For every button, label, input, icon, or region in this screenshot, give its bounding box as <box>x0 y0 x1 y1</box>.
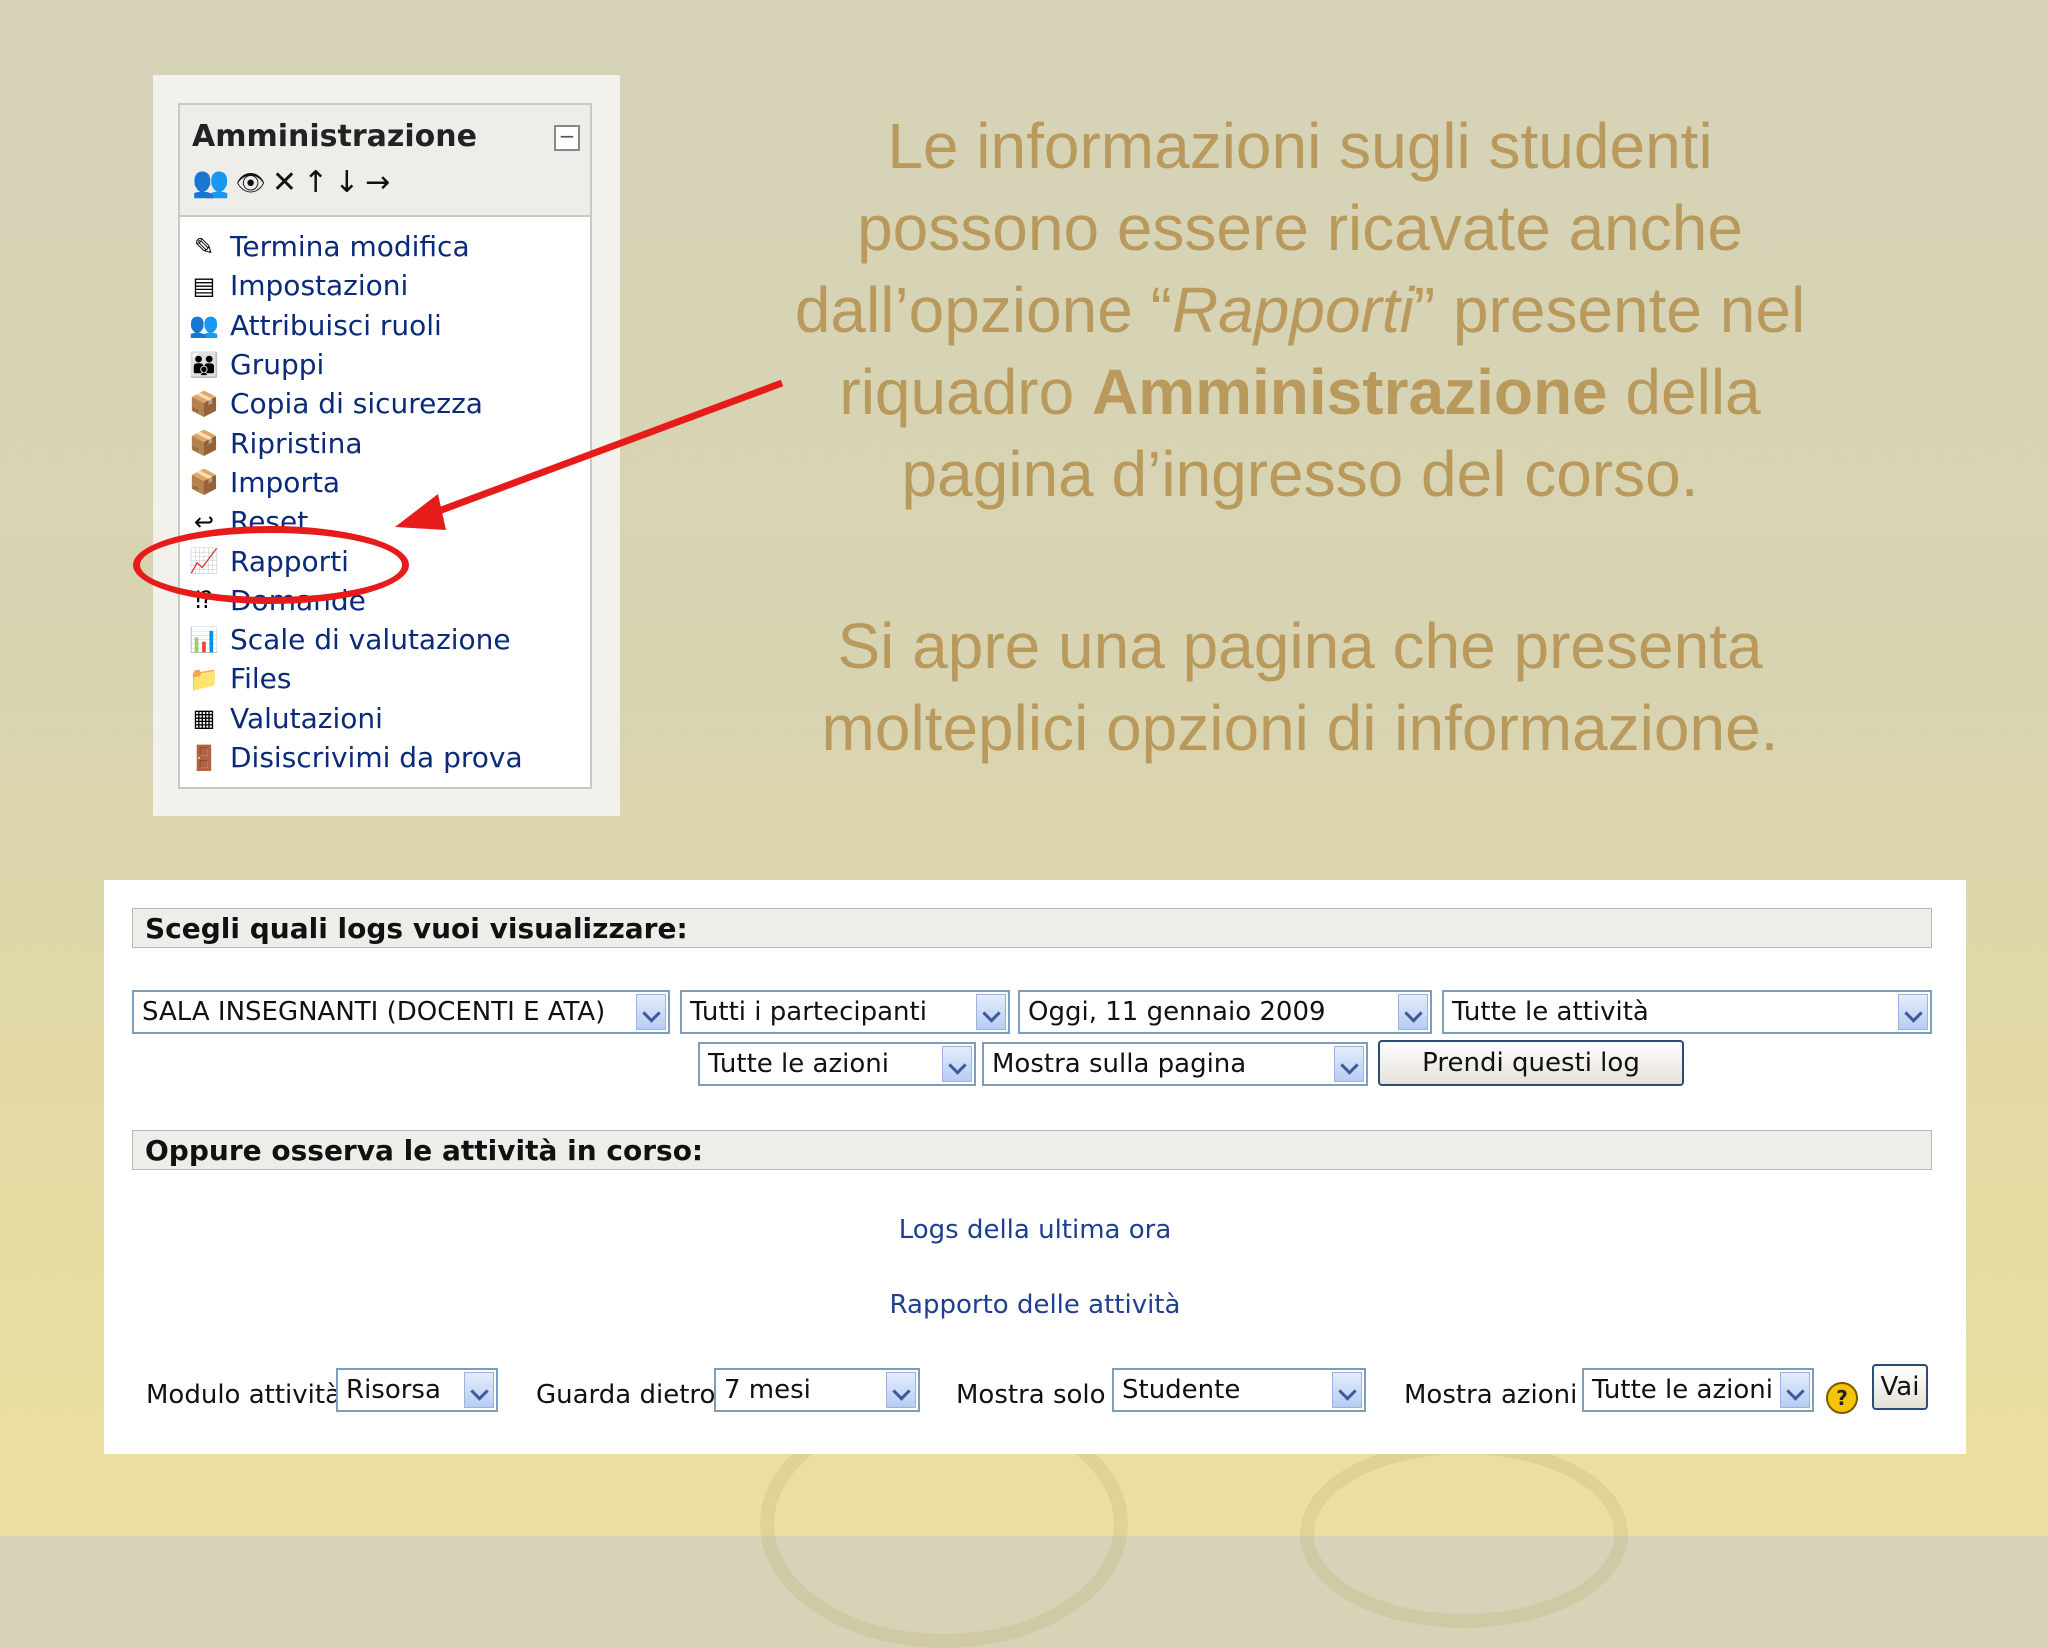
explanation-line: molteplici opzioni di informazione. <box>821 692 1779 764</box>
show-only-label: Mostra solo <box>956 1380 1106 1410</box>
display-select[interactable]: Mostra sulla pagina <box>982 1042 1368 1086</box>
participants-select[interactable]: Tutti i partecipanti <box>680 990 1010 1034</box>
chevron-down-icon[interactable] <box>1898 994 1928 1030</box>
look-back-select[interactable]: 7 mesi <box>714 1368 920 1412</box>
emphasis-amministrazione: Amministrazione <box>1091 356 1608 428</box>
explanation-line: possono essere ricavate anche <box>857 192 1743 264</box>
module-label: Modulo attività <box>146 1380 341 1410</box>
chevron-down-icon[interactable] <box>942 1046 972 1082</box>
chevron-down-icon[interactable] <box>976 994 1006 1030</box>
explanation-line: Si apre una pagina che presenta <box>837 610 1763 682</box>
explanation-line: dall’opzione “Rapporti” presente nel <box>794 274 1806 346</box>
module-select[interactable]: Risorsa <box>336 1368 498 1412</box>
chevron-down-icon[interactable] <box>1332 1372 1362 1408</box>
chevron-down-icon[interactable] <box>464 1372 494 1408</box>
explanation-line: Le informazioni sugli studenti <box>887 110 1713 182</box>
course-select[interactable]: SALA INSEGNANTI (DOCENTI E ATA) <box>132 990 670 1034</box>
explanation-line: pagina d’ingresso del corso. <box>901 438 1699 510</box>
link-activity-report[interactable]: Rapporto delle attività <box>104 1290 1966 1320</box>
chevron-down-icon[interactable] <box>636 994 666 1030</box>
chevron-down-icon[interactable] <box>1334 1046 1364 1082</box>
show-only-select[interactable]: Studente <box>1112 1368 1366 1412</box>
chevron-down-icon[interactable] <box>886 1372 916 1408</box>
link-last-hour-logs[interactable]: Logs della ultima ora <box>104 1215 1966 1245</box>
show-actions-label: Mostra azioni <box>1404 1380 1578 1410</box>
chevron-down-icon[interactable] <box>1780 1372 1810 1408</box>
explanation-paragraph-2: Si apre una pagina che presenta moltepli… <box>740 605 1860 769</box>
help-icon[interactable]: ? <box>1826 1382 1858 1414</box>
activity-section-header: Oppure osserva le attività in corso: <box>132 1130 1932 1170</box>
emphasis-rapporti: Rapporti <box>1171 274 1414 346</box>
chevron-down-icon[interactable] <box>1398 994 1428 1030</box>
go-button[interactable]: Vai <box>1872 1364 1928 1410</box>
look-back-label: Guarda dietro <box>536 1380 716 1410</box>
date-select[interactable]: Oggi, 11 gennaio 2009 <box>1018 990 1432 1034</box>
logs-section-header: Scegli quali logs vuoi visualizzare: <box>132 908 1932 948</box>
explanation-paragraph-1: Le informazioni sugli studenti possono e… <box>740 105 1860 515</box>
get-logs-button[interactable]: Prendi questi log <box>1378 1040 1684 1086</box>
show-actions-select[interactable]: Tutte le azioni <box>1582 1368 1814 1412</box>
logs-panel-screenshot: Scegli quali logs vuoi visualizzare: SAL… <box>104 880 1966 1454</box>
activities-select[interactable]: Tutte le attività <box>1442 990 1932 1034</box>
actions-select[interactable]: Tutte le azioni <box>698 1042 976 1086</box>
explanation-line: riquadro Amministrazione della <box>839 356 1761 428</box>
